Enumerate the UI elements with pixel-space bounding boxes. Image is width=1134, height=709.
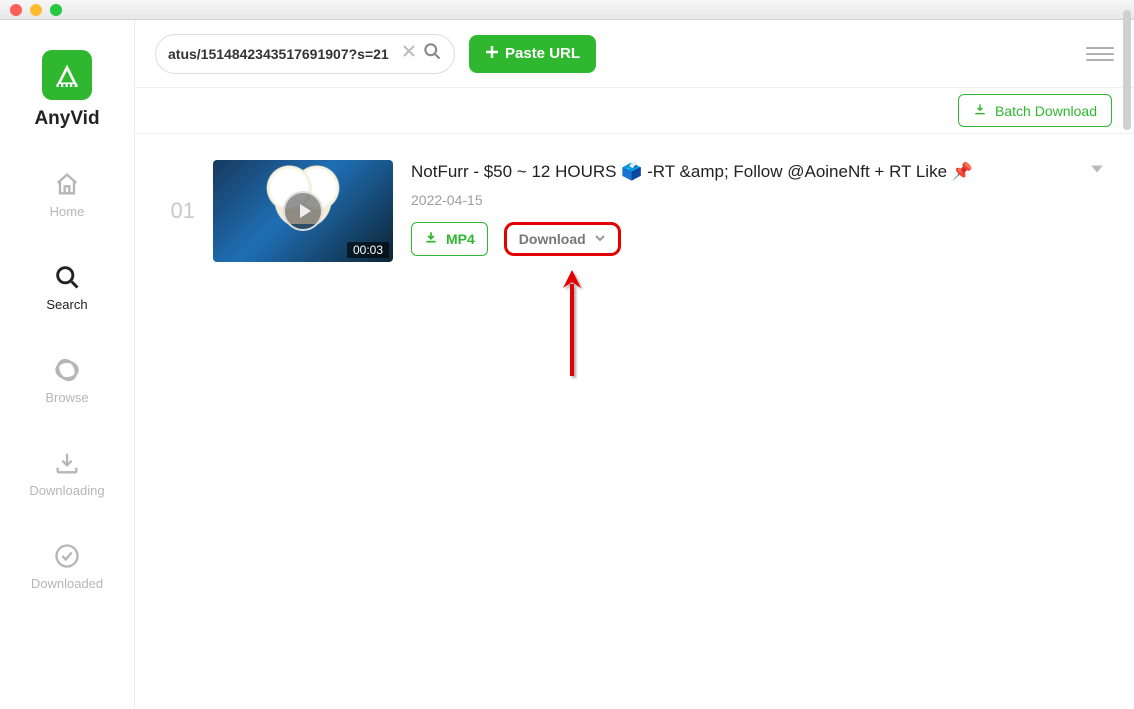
sidebar-item-label: Downloading <box>29 483 104 498</box>
hamburger-icon <box>1086 47 1114 49</box>
sidebar-item-downloaded[interactable]: Downloaded <box>31 542 103 591</box>
sidebar-item-label: Search <box>46 297 87 312</box>
results-list: 01 00:03 NotFurr - $50 ~ 12 HOURS 🗳️ -RT… <box>135 134 1134 709</box>
result-index: 01 <box>165 198 195 224</box>
downloading-icon <box>53 449 81 477</box>
video-duration: 00:03 <box>347 242 389 258</box>
toolbar: Paste URL <box>135 20 1134 88</box>
main-panel: Paste URL Batch Download 01 <box>135 20 1134 709</box>
clear-search-icon[interactable] <box>402 44 416 63</box>
app-logo-icon <box>52 60 82 90</box>
result-thumbnail[interactable]: 00:03 <box>213 160 393 262</box>
sidebar-item-search[interactable]: Search <box>46 263 87 312</box>
result-date: 2022-04-15 <box>411 192 1080 208</box>
scrollbar-thumb[interactable] <box>1123 10 1131 130</box>
annotation-arrow-icon <box>557 264 587 384</box>
app-name: AnyVid <box>34 108 99 130</box>
result-title: NotFurr - $50 ~ 12 HOURS 🗳️ -RT &amp; Fo… <box>411 160 1080 184</box>
plus-icon <box>485 45 499 63</box>
home-icon <box>53 170 81 198</box>
sidebar-item-browse[interactable]: Browse <box>45 356 88 405</box>
sidebar-item-downloading[interactable]: Downloading <box>29 449 104 498</box>
search-box[interactable] <box>155 34 455 74</box>
minimize-window-icon[interactable] <box>30 4 42 16</box>
maximize-window-icon[interactable] <box>50 4 62 16</box>
play-icon <box>283 191 323 231</box>
toolstrip: Batch Download <box>135 88 1134 134</box>
download-icon <box>424 230 438 247</box>
download-dropdown-button[interactable]: Download <box>504 222 621 256</box>
close-window-icon[interactable] <box>10 4 22 16</box>
downloaded-icon <box>53 542 81 570</box>
search-icon <box>53 263 81 291</box>
paste-url-button[interactable]: Paste URL <box>469 35 596 73</box>
batch-download-button[interactable]: Batch Download <box>958 94 1112 127</box>
sidebar-item-home[interactable]: Home <box>50 170 85 219</box>
mp4-download-button[interactable]: MP4 <box>411 222 488 256</box>
sidebar-item-label: Browse <box>45 390 88 405</box>
batch-download-label: Batch Download <box>995 103 1097 119</box>
download-label: Download <box>519 231 586 247</box>
sidebar: AnyVid Home Search <box>0 20 135 709</box>
paste-url-label: Paste URL <box>505 45 580 62</box>
scrollbar[interactable] <box>1122 0 1132 709</box>
collapse-caret-icon[interactable] <box>1090 162 1104 181</box>
mp4-label: MP4 <box>446 231 475 247</box>
sidebar-item-label: Home <box>50 204 85 219</box>
sidebar-item-label: Downloaded <box>31 576 103 591</box>
search-input[interactable] <box>168 46 396 62</box>
app-logo <box>42 50 92 100</box>
chevron-down-icon <box>594 231 606 247</box>
download-icon <box>973 102 987 119</box>
hamburger-menu-button[interactable] <box>1086 40 1114 68</box>
window-titlebar <box>0 0 1134 20</box>
result-row: 01 00:03 NotFurr - $50 ~ 12 HOURS 🗳️ -RT… <box>165 160 1104 262</box>
search-icon[interactable] <box>422 41 442 66</box>
browse-icon <box>53 356 81 384</box>
